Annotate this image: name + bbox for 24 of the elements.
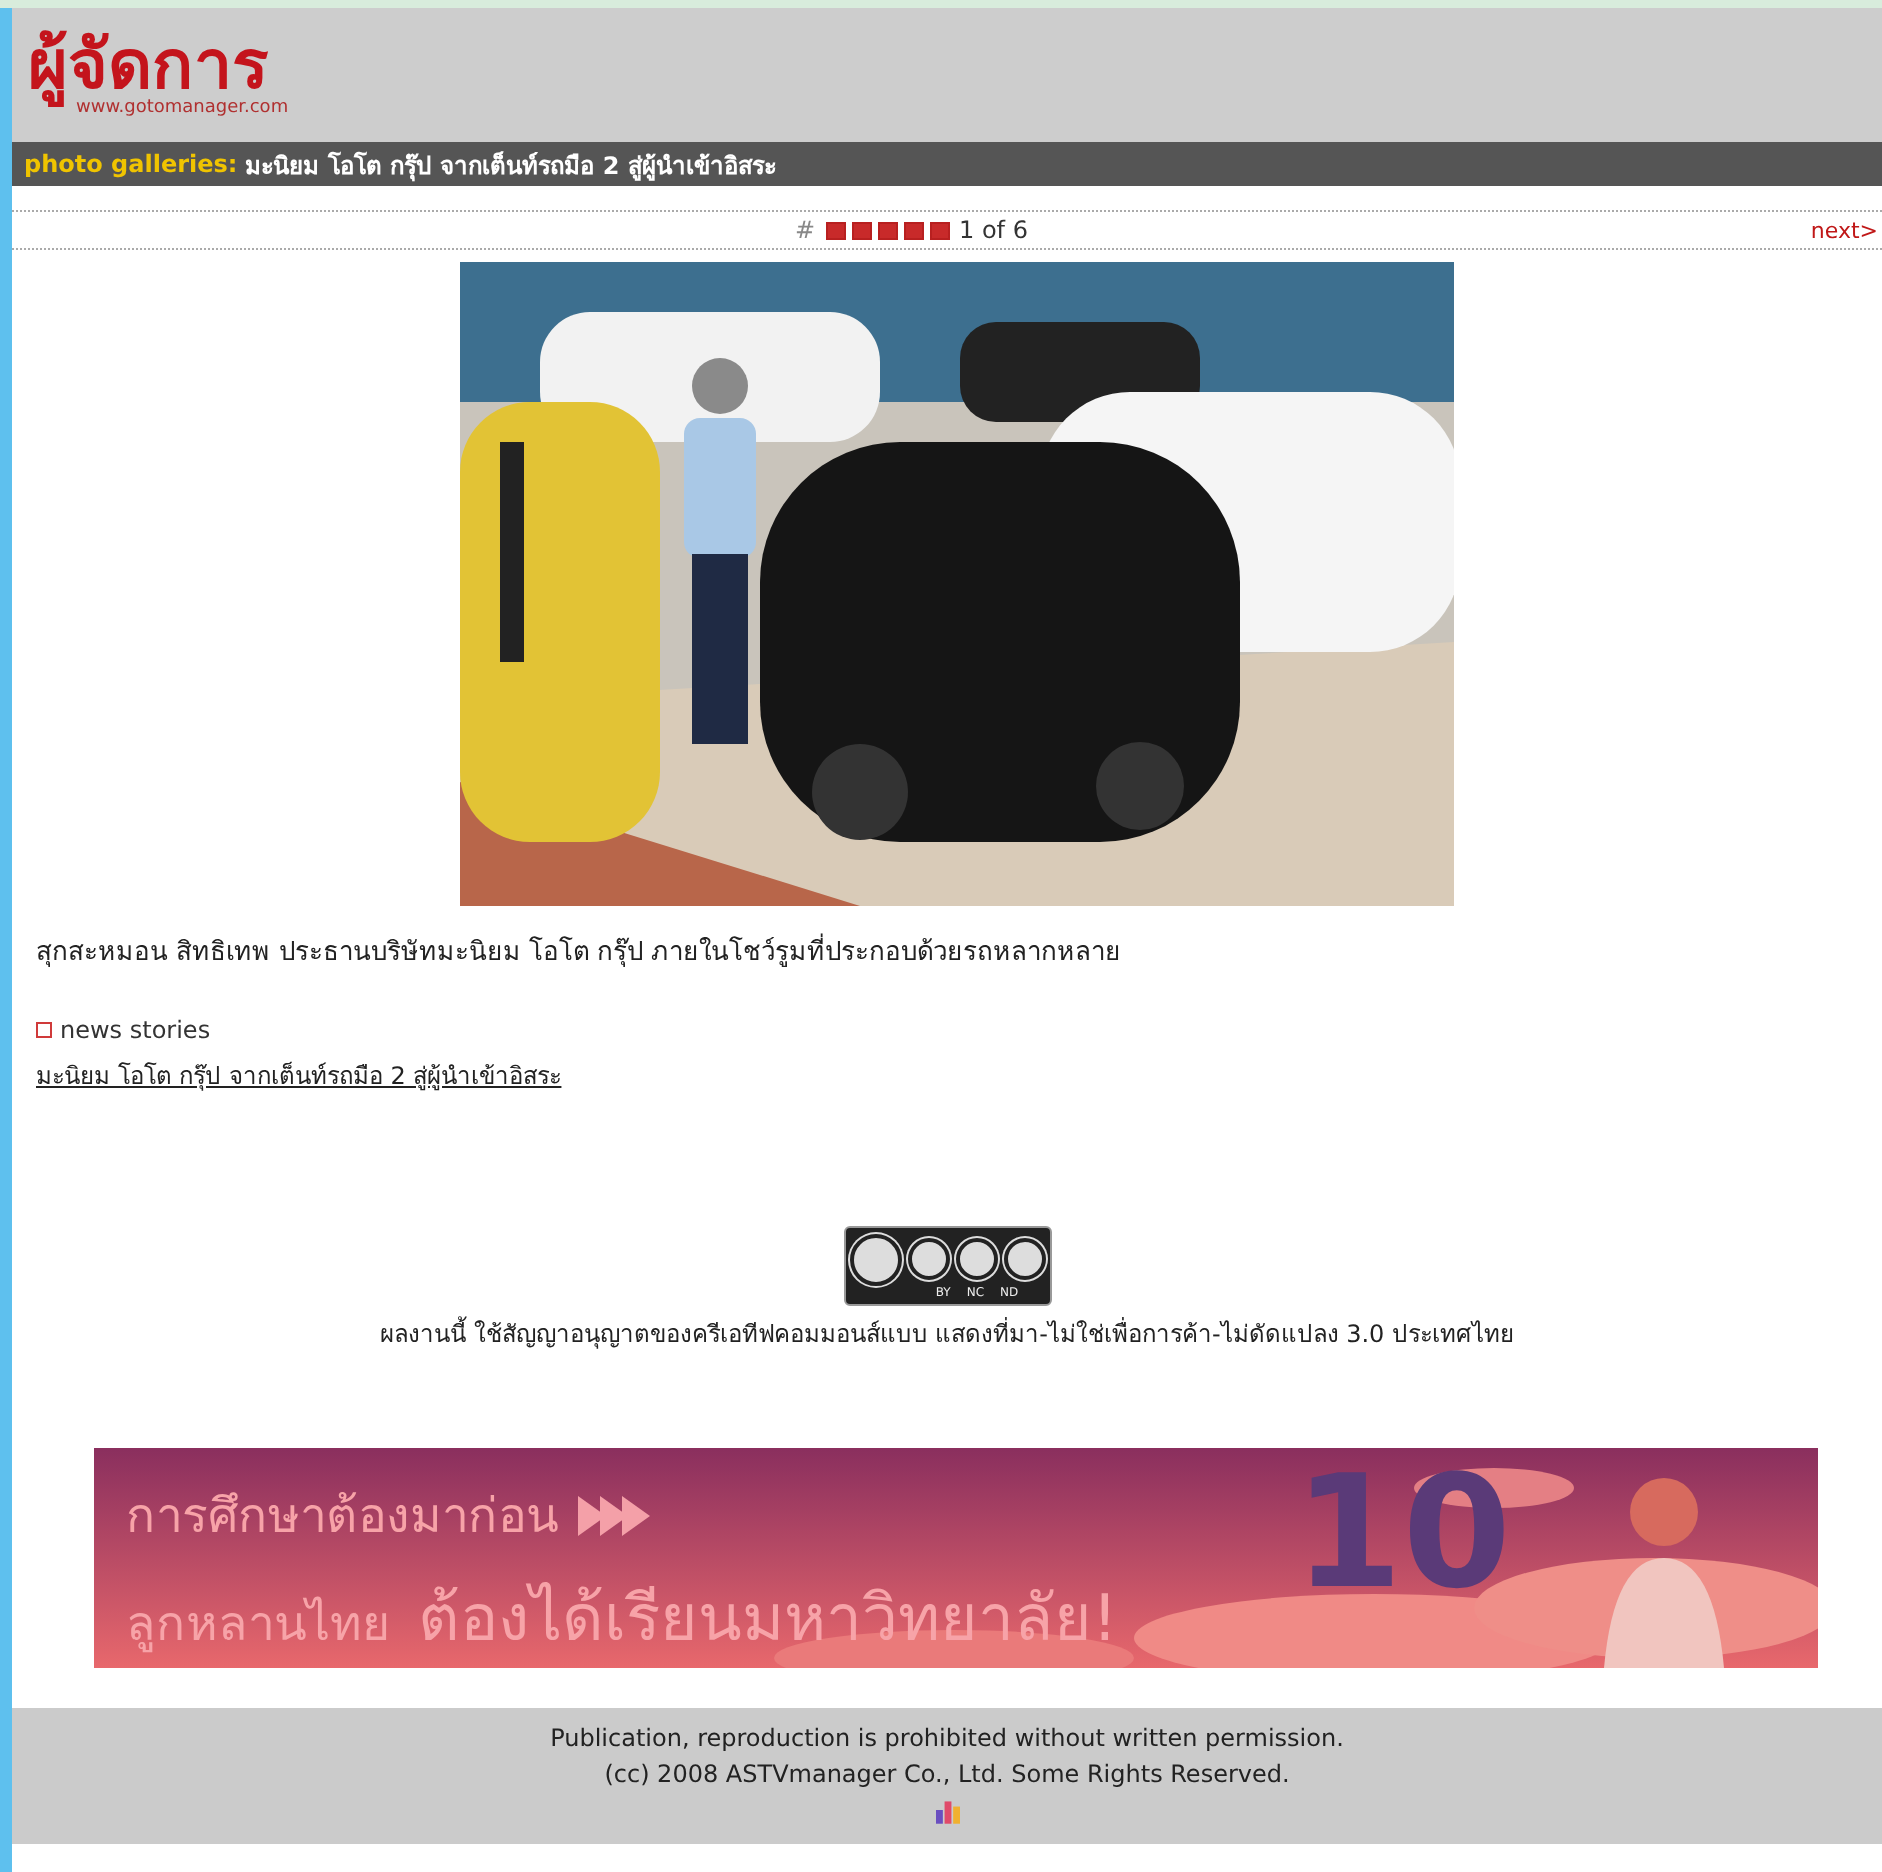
anniversary-number: 10 — [1294, 1456, 1512, 1612]
square-bullet-icon — [36, 1022, 52, 1038]
footer-text: Publication, reproduction is prohibited without written permission. — [550, 1724, 1344, 1752]
gallery-title: มะนิยม โอโต กรุ๊ป จากเต็นท์รถมือ 2 สู่ผู้นำเข้าอิสระ — [245, 149, 776, 183]
gallery-label: photo galleries: — [24, 150, 238, 178]
banner-headline: การศึกษาต้องมาก่อน — [126, 1486, 558, 1548]
banner-slogan: ต้องได้เรียนมหาวิทยาลัย! — [418, 1578, 1118, 1660]
license-text: ผลงานนี้ ใช้สัญญาอนุญาตของครีเอทีฟคอมมอนส์แบบ แสดงที่มา-ไม่ใช่เพื่อการค้า-ไม่ดัดแปลง 3.0 ประเทศไทย — [379, 1314, 1514, 1352]
bar-chart-icon — [935, 1796, 959, 1824]
page-square[interactable] — [877, 221, 897, 239]
site-logo[interactable]: ผู้จัดการ www.gotomanager.com — [28, 32, 289, 118]
page-square[interactable] — [851, 221, 871, 239]
next-link[interactable]: next> — [1810, 217, 1882, 243]
photo-caption: สุกสะหมอน สิทธิเทพ ประธานบริษัทมะนิยม โอโต กรุ๊ป ภายในโชว์รูมที่ประกอบด้วยรถหลากหลาย — [36, 930, 1882, 972]
fast-forward-icon — [578, 1495, 650, 1535]
page-square[interactable] — [825, 221, 845, 239]
banner-subline: ลูกหลานไทย — [126, 1594, 390, 1657]
pager-mark: # — [794, 216, 815, 244]
page-position: 1 of 6 — [959, 216, 1028, 244]
news-link[interactable]: มะนิยม โอโต กรุ๊ป จากเต็นท์รถมือ 2 สู่ผู้นำเข้าอิสระ — [36, 1056, 562, 1094]
footer-text: (cc) 2008 ASTVmanager Co., Ltd. Some Rights Reserved. — [604, 1760, 1290, 1788]
news-heading: news stories — [60, 1016, 211, 1044]
page-square[interactable] — [929, 221, 949, 239]
page-square[interactable] — [903, 221, 923, 239]
